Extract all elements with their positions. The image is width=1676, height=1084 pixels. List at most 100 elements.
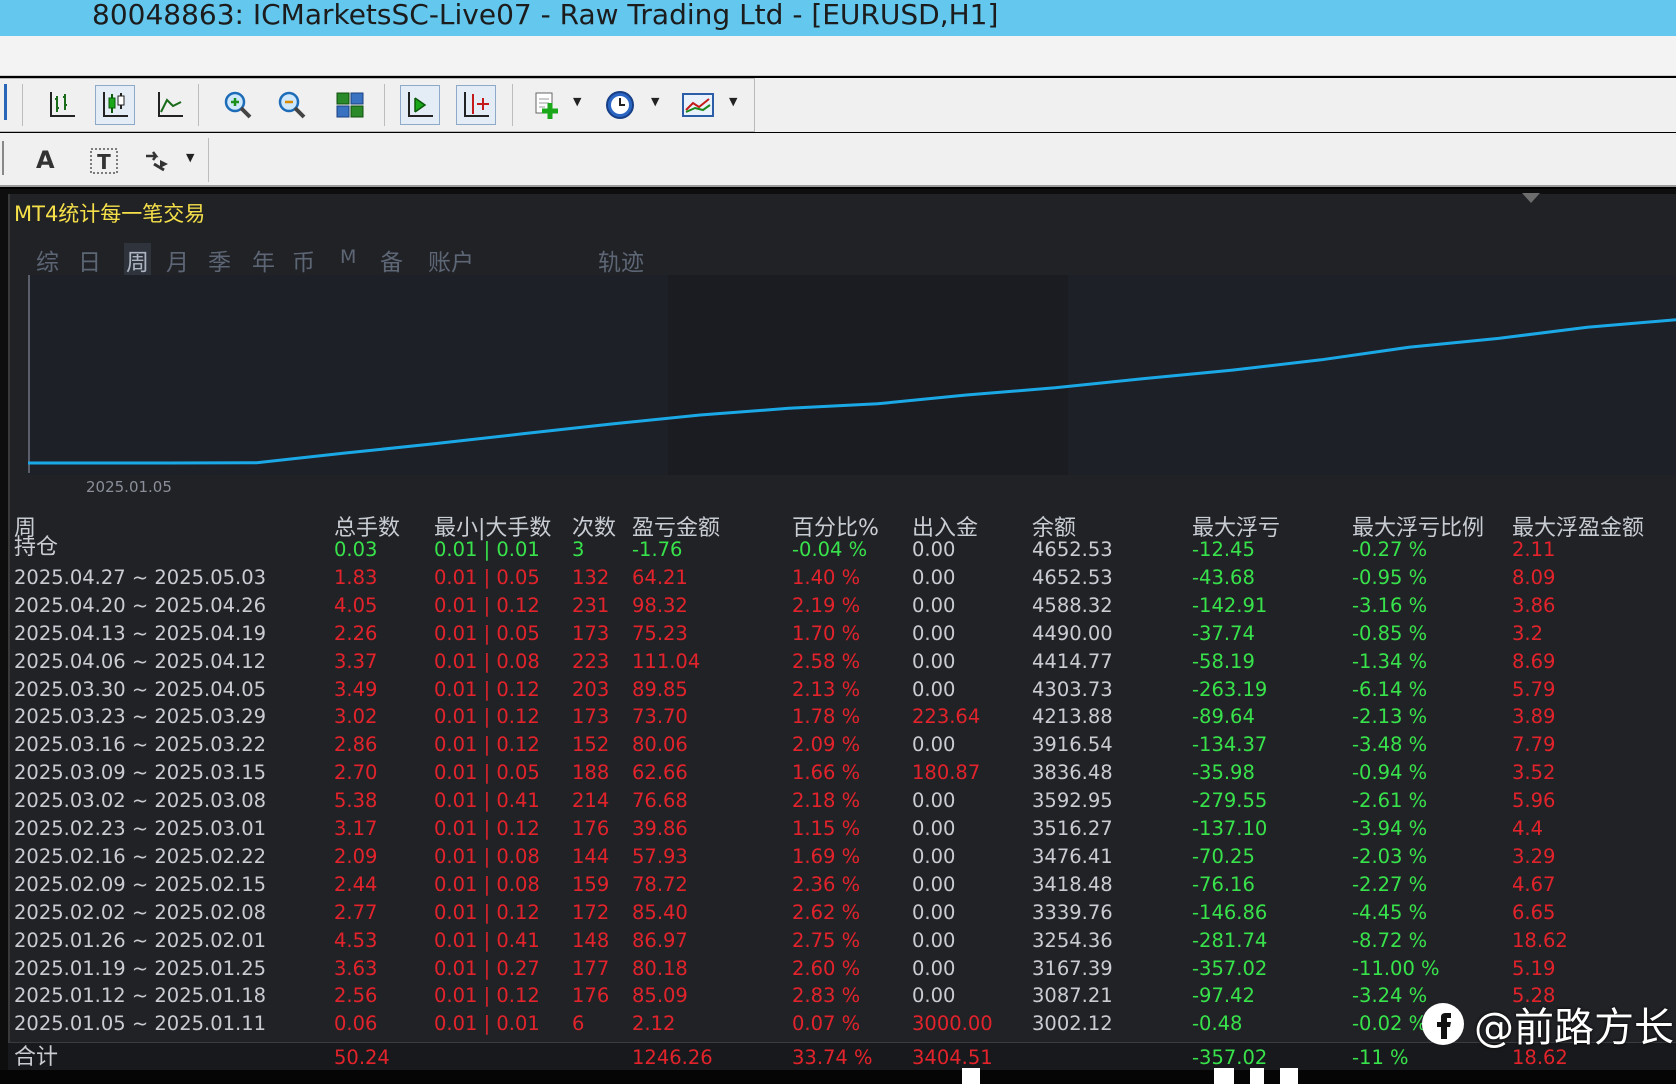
table-cell: 4652.53 [1032, 538, 1113, 561]
tile-windows-icon[interactable] [330, 85, 370, 125]
toolbar-grip[interactable] [4, 84, 7, 120]
candlestick-icon[interactable] [95, 85, 135, 125]
table-cell: 3 [572, 538, 585, 561]
table-cell: 1.70 % [792, 621, 861, 645]
table-cell: 144 [572, 844, 610, 868]
periods-icon[interactable] [600, 85, 640, 125]
table-cell: -357.02 [1192, 956, 1268, 980]
table-cell: -134.37 [1192, 733, 1268, 757]
table-cell: 2025.02.23 ~ 2025.03.01 [14, 817, 267, 840]
table-cell: 75.23 [632, 621, 688, 645]
table-cell: 2025.01.26 ~ 2025.02.01 [14, 928, 267, 952]
window-title: 80048863: ICMarketsSC-Live07 - Raw Tradi… [92, 0, 999, 31]
arrows-icon[interactable] [138, 141, 178, 181]
table-cell: 3916.54 [1032, 733, 1113, 757]
table-cell: -76.16 [1192, 872, 1255, 896]
tab-1[interactable]: 日 [78, 243, 101, 277]
table-cell: 2025.04.13 ~ 2025.04.19 [14, 621, 267, 645]
table-cell: 1.66 % [792, 761, 861, 785]
tab-6[interactable]: 币 [292, 243, 315, 277]
table-cell: 0.00 [912, 872, 956, 896]
templates-icon[interactable] [678, 85, 718, 125]
chevron-down-icon[interactable]: ▼ [729, 95, 737, 108]
table-cell: 203 [572, 677, 610, 701]
price-candle [1214, 1068, 1234, 1084]
table-cell: 2.13 % [792, 677, 861, 701]
table-cell: 2025.04.20 ~ 2025.04.26 [14, 593, 267, 617]
table-cell: 持仓 [14, 535, 59, 560]
window-title-bar[interactable]: 80048863: ICMarketsSC-Live07 - Raw Tradi… [0, 0, 1676, 36]
table-cell: 76.68 [632, 789, 688, 813]
zoom-in-icon[interactable] [218, 85, 258, 125]
table-cell: 2025.02.09 ~ 2025.02.15 [14, 872, 267, 896]
table-cell: 0.06 [334, 1012, 378, 1036]
chart-shift-icon[interactable] [400, 85, 440, 125]
chevron-down-icon[interactable]: ▼ [186, 151, 194, 164]
table-cell: 2025.04.27 ~ 2025.05.03 [14, 565, 267, 589]
table-cell: -12.45 [1192, 538, 1255, 561]
toolbar-empty-area [755, 78, 1676, 132]
tab-3[interactable]: 月 [166, 243, 189, 277]
table-cell: 2.36 % [792, 872, 861, 896]
watermark-text: @前路方长 [1474, 1005, 1674, 1051]
table-cell: 5.38 [334, 789, 378, 813]
table-cell: 0.00 [912, 649, 956, 673]
panel-title: MT4统计每一笔交易 [14, 202, 206, 226]
toolbar-grip[interactable] [2, 141, 4, 175]
chevron-down-icon[interactable]: ▼ [651, 95, 659, 108]
table-cell: 3476.41 [1032, 844, 1113, 868]
tab-5[interactable]: 年 [252, 243, 275, 277]
table-cell: 0.01 | 0.12 [434, 817, 540, 840]
indicators-icon[interactable] [526, 85, 566, 125]
text-label-icon[interactable]: T [84, 141, 124, 181]
zoom-out-icon[interactable] [272, 85, 312, 125]
autoscroll-icon[interactable] [456, 85, 496, 125]
table-cell: 39.86 [632, 817, 688, 840]
table-cell: 223 [572, 649, 610, 673]
table-cell: -35.98 [1192, 761, 1255, 785]
table-cell: 2025.03.02 ~ 2025.03.08 [14, 789, 267, 813]
table-cell: 176 [572, 817, 610, 840]
table-cell: 0.00 [912, 817, 956, 840]
tab-0[interactable]: 综 [36, 243, 59, 277]
table-cell: 0.00 [912, 984, 956, 1008]
table-cell: 64.21 [632, 565, 688, 589]
table-cell: 98.32 [632, 593, 688, 617]
table-cell: -263.19 [1192, 677, 1268, 701]
drawing-toolbar: A T ▼ [0, 133, 1676, 187]
table-cell: 2.12 [632, 1012, 676, 1036]
bar-chart-icon[interactable] [42, 85, 82, 125]
table-cell: 3.37 [334, 649, 378, 673]
line-chart-icon[interactable] [150, 85, 190, 125]
scroll-down-icon[interactable] [1522, 193, 1540, 203]
table-cell: 0.01 | 0.08 [434, 844, 540, 868]
tab-7[interactable]: M [340, 246, 356, 268]
tab-4[interactable]: 季 [208, 243, 231, 277]
table-cell: 1.69 % [792, 844, 861, 868]
tab-9[interactable]: 账户 [428, 243, 474, 277]
watermark: @前路方长 [1420, 994, 1674, 1054]
tab-8[interactable]: 备 [380, 243, 403, 277]
table-cell: 0.01 | 0.12 [434, 593, 540, 617]
table-cell: 2025.04.06 ~ 2025.04.12 [14, 649, 267, 673]
table-cell: 231 [572, 593, 610, 617]
table-cell: 0.00 [912, 621, 956, 645]
table-cell: 85.09 [632, 984, 688, 1008]
text-icon[interactable]: A [36, 146, 55, 174]
price-candle [1280, 1068, 1298, 1084]
svg-text:T: T [97, 150, 111, 174]
table-cell: 0.00 [912, 733, 956, 757]
table-cell: 57.93 [632, 844, 688, 868]
table-cell: 2025.02.16 ~ 2025.02.22 [14, 844, 267, 868]
chart-background-band [28, 275, 668, 475]
tab-10[interactable]: 轨迹 [598, 243, 644, 277]
table-cell: 89.85 [632, 677, 688, 701]
tab-2[interactable]: 周 [124, 243, 151, 277]
table-cell: 2.18 % [792, 789, 861, 813]
table-cell: 1.40 % [792, 565, 861, 589]
table-cell: 0.00 [912, 928, 956, 952]
equity-curve-chart [28, 275, 1676, 475]
table-cell: 78.72 [632, 872, 688, 896]
table-cell: 4414.77 [1032, 649, 1113, 673]
chevron-down-icon[interactable]: ▼ [573, 95, 581, 108]
